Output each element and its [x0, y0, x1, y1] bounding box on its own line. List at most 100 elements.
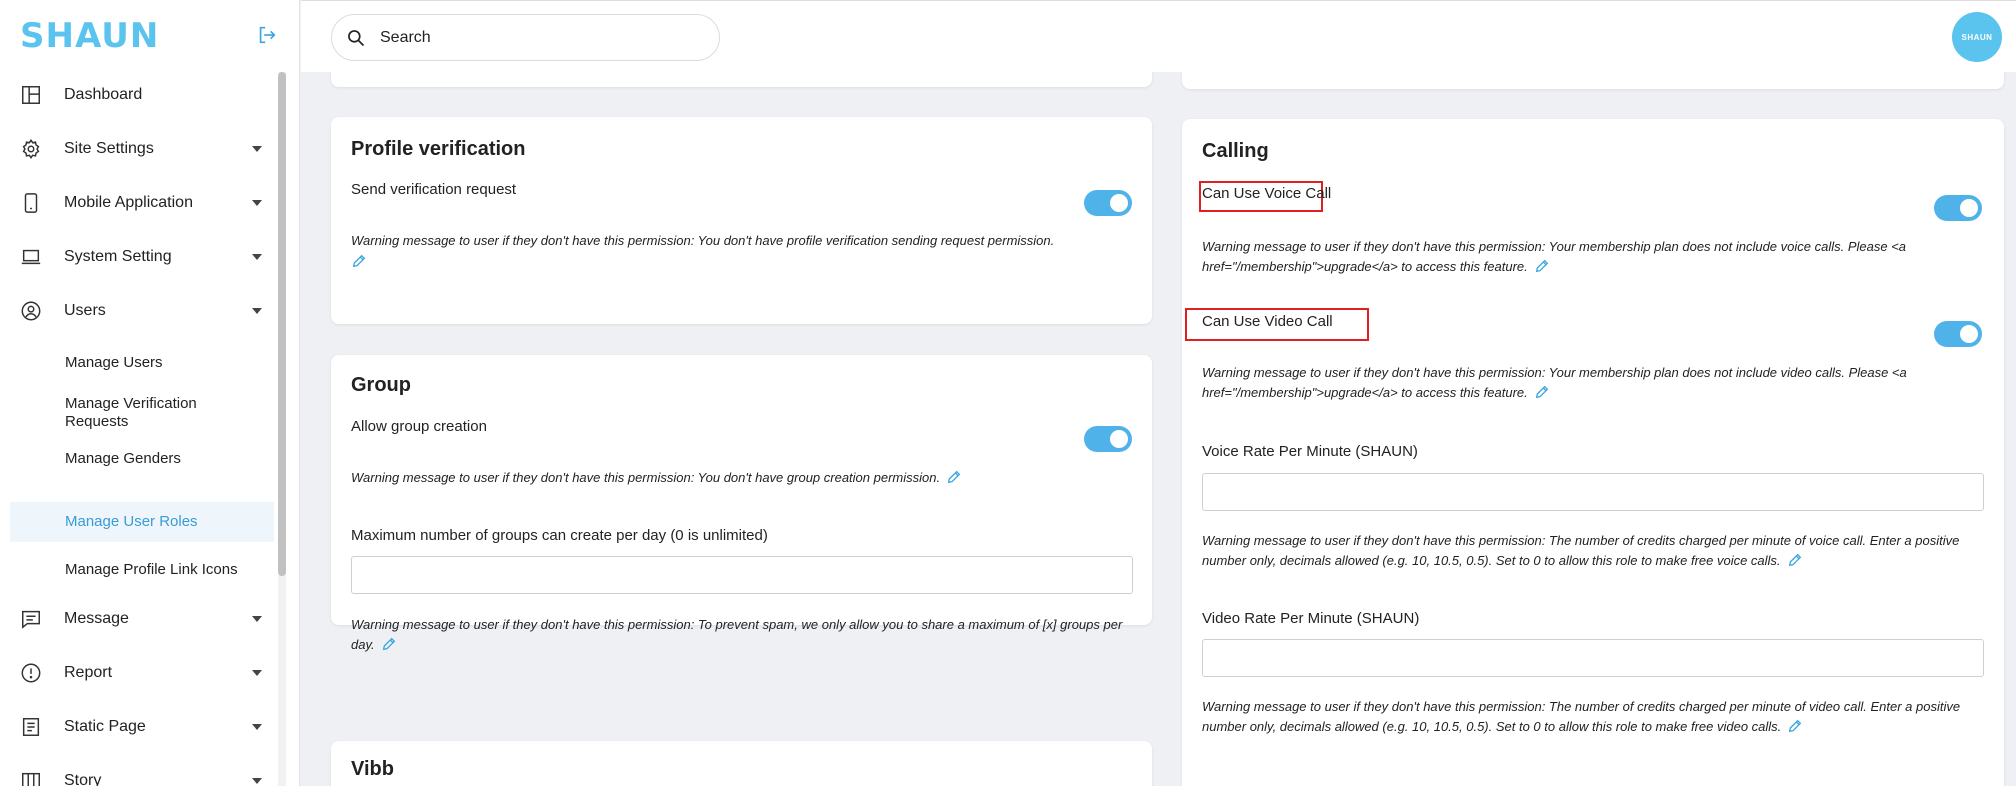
card-profile-verification: Profile verification Send verification r…	[331, 117, 1152, 324]
send-verification-label: Send verification request	[351, 181, 517, 198]
warning-message: Warning message to user if they don't ha…	[1202, 531, 1992, 571]
topbar: SHAUN	[301, 0, 2016, 72]
voice-call-toggle[interactable]	[1934, 195, 1982, 221]
gear-icon	[22, 139, 40, 159]
page-icon	[22, 718, 40, 736]
dashboard-icon	[22, 86, 40, 104]
sidebar-item-label: Dashboard	[64, 86, 143, 103]
avatar[interactable]: SHAUN	[1952, 12, 2002, 62]
sidebar-scrollbar-thumb[interactable]	[278, 72, 286, 576]
warning-message: Warning message to user if they don't ha…	[351, 231, 1141, 269]
sidebar-subitem-label: Manage Verification Requests	[65, 395, 197, 430]
pencil-edit-icon[interactable]	[1534, 384, 1550, 400]
sidebar-item-label: Static Page	[64, 718, 146, 735]
sidebar-item-site-settings[interactable]: Site Settings	[10, 126, 274, 172]
sidebar-item-label: Mobile Application	[64, 194, 193, 211]
pencil-edit-icon[interactable]	[946, 469, 962, 485]
warning-text: Warning message to user if they don't ha…	[351, 233, 1055, 248]
warning-message: Warning message to user if they don't ha…	[351, 615, 1141, 655]
sidebar-item-report[interactable]: Report	[10, 650, 274, 696]
sidebar-item-mobile-application[interactable]: Mobile Application	[10, 180, 274, 226]
pencil-edit-icon[interactable]	[351, 253, 367, 269]
sidebar-item-message[interactable]: Message	[10, 596, 274, 642]
voice-call-label: Can Use Voice Call	[1202, 185, 1332, 202]
card-calling: Calling Can Use Voice Call Warning messa…	[1182, 119, 2004, 786]
video-rate-input[interactable]	[1202, 639, 1984, 677]
sidebar-item-static-page[interactable]: Static Page	[10, 704, 274, 750]
sidebar-item-system-setting[interactable]: System Setting	[10, 234, 274, 280]
max-groups-input[interactable]	[351, 556, 1133, 594]
search-icon	[348, 30, 365, 47]
chevron-down-icon	[252, 254, 262, 260]
user-circle-icon	[21, 301, 41, 321]
logo[interactable]: SHAUN	[20, 19, 159, 53]
card-title: Profile verification	[351, 138, 526, 160]
chevron-down-icon	[252, 724, 262, 730]
search-input[interactable]	[380, 27, 700, 49]
warning-text: Warning message to user if they don't ha…	[1202, 365, 1907, 400]
video-call-toggle[interactable]	[1934, 321, 1982, 347]
sidebar-subitem-manage-user-roles[interactable]: Manage User Roles	[10, 502, 274, 542]
chevron-down-icon	[252, 200, 262, 206]
laptop-icon	[21, 249, 41, 265]
pencil-edit-icon[interactable]	[381, 636, 397, 652]
chevron-down-icon	[252, 778, 262, 784]
card-title: Vibb	[351, 758, 394, 780]
card-partial-top-right	[1182, 72, 2004, 89]
warning-text: Warning message to user if they don't ha…	[351, 617, 1123, 652]
chevron-down-icon	[252, 616, 262, 622]
allow-group-creation-label: Allow group creation	[351, 418, 487, 435]
pencil-edit-icon[interactable]	[1534, 258, 1550, 274]
warning-text: Warning message to user if they don't ha…	[1202, 699, 1961, 734]
card-vibb: Vibb	[331, 741, 1152, 786]
logo-row: SHAUN	[0, 0, 299, 72]
sidebar-item-story[interactable]: Story	[10, 758, 274, 786]
card-title: Group	[351, 374, 411, 396]
warning-message: Warning message to user if they don't ha…	[351, 468, 1141, 488]
card-partial-top-left	[331, 72, 1152, 87]
mobile-icon	[24, 193, 38, 213]
sidebar-item-label: Site Settings	[64, 140, 154, 157]
sidebar-item-label: Message	[64, 610, 129, 627]
search-box[interactable]	[331, 14, 720, 61]
video-rate-label: Video Rate Per Minute (SHAUN)	[1202, 610, 1420, 627]
pencil-edit-icon[interactable]	[1787, 552, 1803, 568]
story-icon	[22, 772, 40, 786]
warning-message: Warning message to user if they don't ha…	[1202, 363, 1992, 403]
collapse-sidebar-icon[interactable]	[256, 24, 278, 46]
sidebar-item-label: Story	[64, 772, 102, 786]
send-verification-toggle[interactable]	[1084, 190, 1132, 216]
warning-text: Warning message to user if they don't ha…	[351, 470, 941, 485]
voice-rate-input[interactable]	[1202, 473, 1984, 511]
warning-text: Warning message to user if they don't ha…	[1202, 239, 1907, 274]
warning-message: Warning message to user if they don't ha…	[1202, 237, 1992, 277]
voice-rate-label: Voice Rate Per Minute (SHAUN)	[1202, 443, 1418, 460]
main-content: Profile verification Send verification r…	[301, 72, 2016, 786]
sidebar-subitem-manage-profile-link-icons[interactable]: Manage Profile Link Icons	[10, 550, 274, 590]
sidebar-subitem-manage-genders[interactable]: Manage Genders	[10, 442, 274, 476]
max-groups-label: Maximum number of groups can create per …	[351, 527, 768, 544]
warning-text: Warning message to user if they don't ha…	[1202, 533, 1960, 568]
card-group: Group Allow group creation Warning messa…	[331, 355, 1152, 652]
pencil-edit-icon[interactable]	[1787, 718, 1803, 734]
sidebar-item-label: Report	[64, 664, 113, 681]
chevron-down-icon	[252, 308, 262, 314]
warning-message: Warning message to user if they don't ha…	[1202, 697, 1992, 737]
card-title: Calling	[1202, 140, 1269, 162]
sidebar-subitem-manage-users[interactable]: Manage Users	[10, 346, 274, 380]
sidebar-subitem-manage-verification-requests[interactable]: Manage Verification Requests	[10, 390, 274, 436]
chevron-down-icon	[252, 146, 262, 152]
sidebar-subitem-label: Manage User Roles	[65, 513, 198, 530]
message-icon	[22, 610, 40, 629]
allow-group-creation-toggle[interactable]	[1084, 426, 1132, 452]
report-icon	[21, 663, 41, 683]
sidebar-subitem-label: Manage Users	[65, 354, 163, 371]
chevron-down-icon	[252, 670, 262, 676]
sidebar-item-dashboard[interactable]: Dashboard	[10, 72, 274, 118]
sidebar-item-label: Users	[64, 302, 106, 319]
sidebar-item-label: System Setting	[64, 248, 172, 265]
video-call-label: Can Use Video Call	[1202, 313, 1333, 330]
sidebar: SHAUN Dashboard Site Settings Mobile App…	[0, 0, 300, 786]
sidebar-subitem-label: Manage Profile Link Icons	[65, 561, 238, 578]
sidebar-item-users[interactable]: Users	[10, 288, 274, 334]
